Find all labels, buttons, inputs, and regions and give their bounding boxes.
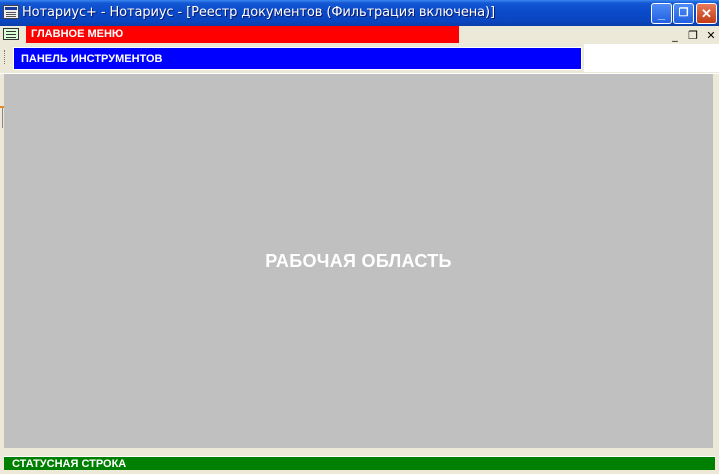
status-gap — [0, 448, 719, 456]
minimize-icon: _ — [657, 6, 666, 21]
bottom-border — [0, 470, 719, 474]
toolbar-grip[interactable] — [4, 50, 6, 64]
maximize-icon: ❐ — [678, 7, 689, 19]
mdi-restore-button[interactable]: ❐ — [686, 28, 700, 42]
work-area-label: РАБОЧАЯ ОБЛАСТЬ — [265, 250, 452, 271]
restore-icon: ❐ — [688, 28, 698, 42]
work-area[interactable]: РАБОЧАЯ ОБЛАСТЬ — [4, 74, 713, 448]
app-icon[interactable] — [3, 5, 19, 19]
close-icon: ✕ — [701, 6, 712, 21]
maximize-button[interactable]: ❐ — [673, 3, 694, 24]
document-icon[interactable] — [3, 28, 19, 40]
close-button[interactable]: ✕ — [696, 3, 717, 24]
mdi-close-button[interactable]: ✕ — [704, 28, 718, 42]
mdi-minimize-button[interactable]: _ — [668, 28, 682, 42]
minimize-button[interactable]: _ — [651, 3, 672, 24]
status-bar: СТАТУСНАЯ СТРОКА — [4, 456, 715, 470]
toolbar-panel[interactable]: ПАНЕЛЬ ИНСТРУМЕНТОВ — [13, 47, 582, 70]
left-border-line — [2, 108, 3, 128]
title-bar[interactable]: Нотариус+ - Нотариус - [Реестр документо… — [0, 0, 719, 26]
close-icon: ✕ — [706, 28, 716, 42]
main-menu[interactable]: ГЛАВНОЕ МЕНЮ — [26, 26, 459, 43]
minimize-icon: _ — [672, 28, 678, 42]
toolbar-empty-area — [584, 44, 719, 72]
window-title: Нотариус+ - Нотариус - [Реестр документо… — [22, 5, 495, 20]
